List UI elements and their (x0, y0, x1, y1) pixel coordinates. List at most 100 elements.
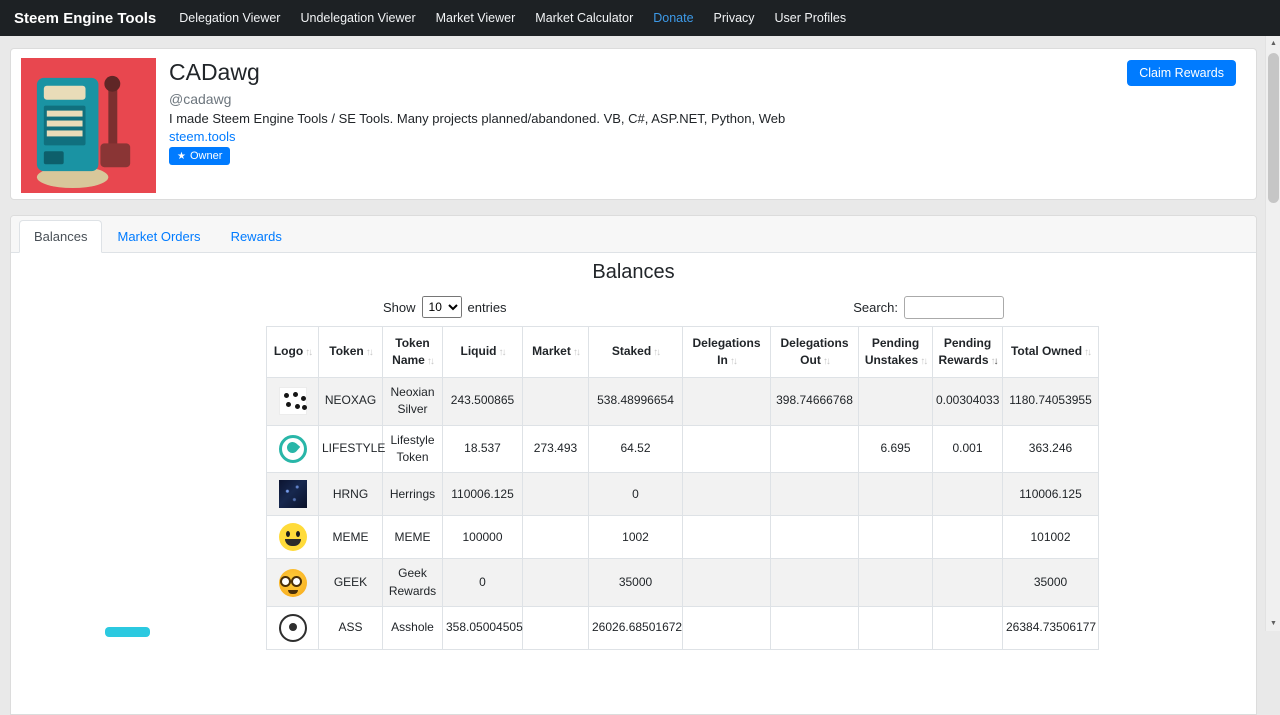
entries-label: entries (467, 299, 507, 315)
column-label: Pending Unstakes (864, 336, 920, 367)
section-heading: Balances (592, 261, 675, 283)
cell-token: HRNG (318, 472, 383, 517)
cell-token-name: Neoxian Silver (382, 376, 443, 426)
search-control: Search: (853, 296, 1004, 319)
cell-market (522, 376, 589, 426)
hrng-token-logo-icon (278, 480, 307, 509)
cell-staked: 1002 (588, 515, 683, 560)
cell-delegations-in (682, 558, 771, 608)
cell-token-name: Lifestyle Token (382, 424, 443, 474)
cell-logo (266, 606, 319, 651)
cell-delegations-in (682, 606, 771, 651)
scroll-down-arrow-icon[interactable]: ▼ (1266, 616, 1280, 631)
nav-item-undelegation-viewer[interactable]: Undelegation Viewer (291, 7, 424, 29)
column-label: Pending Rewards (938, 336, 992, 367)
nav-item-market-calculator[interactable]: Market Calculator (526, 7, 642, 29)
cell-logo (266, 558, 319, 608)
column-header-market[interactable]: Market ↑↓ (522, 326, 589, 378)
column-label: Liquid (460, 344, 497, 359)
cell-pending-rewards (932, 515, 1003, 560)
balances-panel: Balances Show 10 entries Search: Logo ↑↓ T… (11, 253, 1256, 715)
scroll-up-arrow-icon[interactable]: ▲ (1266, 36, 1280, 51)
cell-delegations-out: 398.74666768 (770, 376, 859, 426)
sort-arrows-icon: ↑↓ (426, 355, 435, 367)
column-header-delegations-in[interactable]: Delegations In ↑↓ (682, 326, 771, 378)
profile-website-link[interactable]: steem.tools (169, 129, 235, 144)
table-row: MEME MEME 100000 1002 101002 (266, 515, 1099, 560)
cell-token-name: Geek Rewards (382, 558, 443, 608)
cell-total-owned: 101002 (1002, 515, 1099, 560)
cell-total-owned: 26384.73506177 (1002, 606, 1099, 651)
cell-pending-rewards (932, 606, 1003, 651)
balances-table-wrap: Logo ↑↓ Token ↑↓ Token Name ↑↓ Liquid ↑↓ Market ↑… (266, 326, 1100, 651)
cell-pending-unstakes: 6.695 (858, 424, 933, 474)
column-header-liquid[interactable]: Liquid ↑↓ (442, 326, 523, 378)
column-header-token-name[interactable]: Token Name ↑↓ (382, 326, 443, 378)
claim-rewards-button[interactable]: Claim Rewards (1127, 60, 1236, 86)
nav-item-donate[interactable]: Donate (644, 7, 702, 29)
table-row: GEEK Geek Rewards 0 35000 35000 (266, 558, 1099, 608)
tab-rewards[interactable]: Rewards (216, 220, 297, 253)
owner-badge-label: Owner (189, 150, 223, 162)
profile-card: CADawg @cadawg I made Steem Engine Tools… (10, 48, 1257, 200)
cell-total-owned: 1180.74053955 (1002, 376, 1099, 426)
profile-handle: @cadawg (169, 91, 232, 107)
neoxag-token-logo-icon (278, 387, 307, 416)
cell-token-name: Asshole (382, 606, 443, 651)
cell-staked: 35000 (588, 558, 683, 608)
profile-avatar (21, 58, 156, 193)
column-label: Delegations Out (780, 336, 849, 367)
cell-market (522, 515, 589, 560)
nav-item-privacy[interactable]: Privacy (705, 7, 764, 29)
cell-staked: 538.48996654 (588, 376, 683, 426)
cell-delegations-in (682, 424, 771, 474)
vertical-scrollbar[interactable]: ▲ ▼ (1265, 36, 1280, 631)
nav-item-delegation-viewer[interactable]: Delegation Viewer (170, 7, 289, 29)
table-row: HRNG Herrings 110006.125 0 110006.125 (266, 472, 1099, 517)
column-header-delegations-out[interactable]: Delegations Out ↑↓ (770, 326, 859, 378)
column-header-logo[interactable]: Logo ↑↓ (266, 326, 319, 378)
column-label: Market (532, 344, 571, 359)
cell-token: NEOXAG (318, 376, 383, 426)
star-icon: ★ (177, 150, 186, 162)
cell-market (522, 558, 589, 608)
cell-market (522, 472, 589, 517)
column-header-staked[interactable]: Staked ↑↓ (588, 326, 683, 378)
column-header-total-owned[interactable]: Total Owned ↑↓ (1002, 326, 1099, 378)
table-row: LIFESTYLE Lifestyle Token 18.537 273.493 64.… (266, 424, 1099, 474)
cell-logo (266, 376, 319, 426)
nav-item-user-profiles[interactable]: User Profiles (766, 7, 856, 29)
navbar: Steem Engine Tools Delegation Viewer Unde… (0, 0, 1280, 36)
column-label: Token Name (392, 336, 430, 367)
cell-total-owned: 363.246 (1002, 424, 1099, 474)
nav-item-market-viewer[interactable]: Market Viewer (427, 7, 525, 29)
cell-token: GEEK (318, 558, 383, 608)
tab-balances[interactable]: Balances (19, 220, 103, 253)
cell-market (522, 606, 589, 651)
search-input[interactable] (904, 296, 1004, 319)
cell-logo (266, 515, 319, 560)
cell-delegations-in (682, 515, 771, 560)
sort-arrows-icon: ↑↓ (990, 355, 999, 367)
cell-liquid: 110006.125 (442, 472, 523, 517)
sort-arrows-icon: ↑↓ (653, 347, 661, 359)
cell-delegations-out (770, 558, 859, 608)
scrollbar-thumb[interactable] (1268, 53, 1279, 203)
column-label: Staked (611, 344, 652, 359)
cell-logo (266, 424, 319, 474)
table-body: NEOXAG Neoxian Silver 243.500865 538.489966… (266, 376, 1099, 651)
cell-staked: 26026.68501672 (588, 606, 683, 651)
meme-token-logo-icon (278, 523, 307, 552)
column-header-token[interactable]: Token ↑↓ (318, 326, 383, 378)
column-header-pending-rewards[interactable]: Pending Rewards ↑↓ (932, 326, 1003, 378)
tab-market-orders[interactable]: Market Orders (102, 220, 215, 253)
brand[interactable]: Steem Engine Tools (14, 10, 156, 27)
column-label: Total Owned (1010, 344, 1083, 359)
cell-total-owned: 110006.125 (1002, 472, 1099, 517)
cell-liquid: 243.500865 (442, 376, 523, 426)
cell-staked: 64.52 (588, 424, 683, 474)
tab-bar: Balances Market Orders Rewards (11, 216, 1256, 253)
column-header-pending-unstakes[interactable]: Pending Unstakes ↑↓ (858, 326, 933, 378)
cell-token: ASS (318, 606, 383, 651)
page-size-select[interactable]: 10 (421, 296, 462, 318)
